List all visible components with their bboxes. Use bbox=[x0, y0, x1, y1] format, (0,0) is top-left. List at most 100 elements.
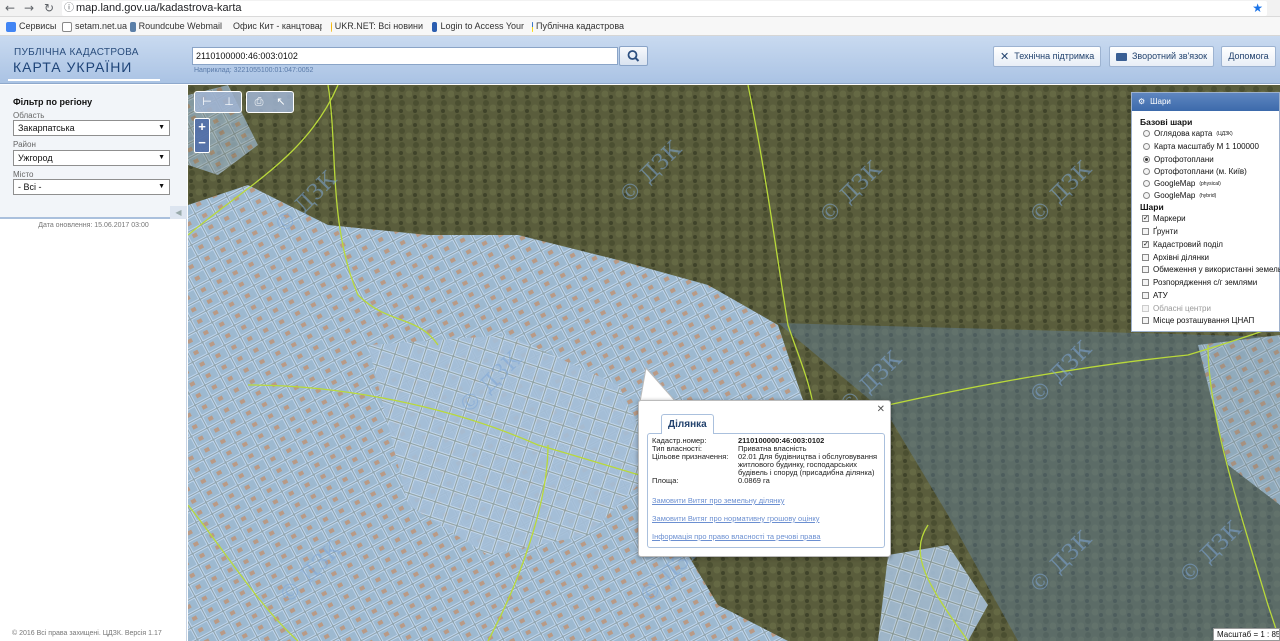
radio-button[interactable] bbox=[1143, 192, 1150, 199]
bookmark-label: UKR.NET: Всі новини bbox=[334, 21, 423, 31]
detail-value: 0.0869 га bbox=[738, 476, 770, 485]
bookmark-item[interactable]: UKR.NET: Всі новини bbox=[331, 17, 423, 35]
bookmark-label: setam.net.ua bbox=[75, 21, 128, 31]
bookmark-label: Login to Access Your bbox=[440, 21, 524, 31]
feedback-button[interactable]: Зворотний зв'язок bbox=[1109, 46, 1215, 67]
identify-cursor-icon[interactable]: ↖ bbox=[270, 93, 292, 111]
layer-label: Місце розташування ЦНАП bbox=[1153, 316, 1255, 325]
bookmark-item[interactable]: Публічна кадастрова bbox=[532, 17, 624, 35]
bookmark-item[interactable]: Login to Access Your bbox=[432, 17, 524, 35]
page-icon bbox=[62, 21, 72, 32]
layer-label: Карта масштабу М 1 100000 bbox=[1154, 142, 1259, 151]
layers-header[interactable]: ⚙ Шари bbox=[1132, 93, 1279, 111]
bookmark-item[interactable]: Сервисы bbox=[6, 17, 57, 35]
base-layer-option[interactable]: GoogleMap (hybrid) bbox=[1143, 191, 1216, 200]
base-layer-option[interactable]: Карта масштабу М 1 100000 bbox=[1143, 142, 1259, 151]
layers-panel: ⚙ Шари Базові шари Оглядова карта (ЦДЗК) К… bbox=[1131, 92, 1280, 332]
bookmark-item[interactable]: Roundcube Webmail bbox=[130, 17, 222, 35]
address-bar[interactable]: ⓘ map.land.gov.ua/kadastrova-karta ★ bbox=[62, 1, 1267, 16]
region-value: Закарпатська bbox=[18, 123, 75, 133]
sidebar: Фільтр по регіону Область Закарпатська ▼ … bbox=[0, 85, 187, 641]
overlay-layer-option[interactable]: Обмеження у використанні земель bbox=[1142, 265, 1280, 274]
filter-title: Фільтр по регіону bbox=[13, 97, 93, 107]
layer-label: Розпорядження с/г землями bbox=[1153, 278, 1258, 287]
checkbox[interactable] bbox=[1142, 266, 1149, 273]
layer-label: Ґрунти bbox=[1153, 227, 1178, 236]
checkbox[interactable] bbox=[1142, 317, 1149, 324]
detail-value: 02.01 Для будівництва і обслуговування ж… bbox=[738, 452, 878, 477]
layer-sup: (hybrid) bbox=[1199, 192, 1217, 199]
page-info-icon[interactable]: ⓘ bbox=[64, 1, 74, 16]
zoom-in-icon[interactable]: + bbox=[195, 119, 209, 135]
overlay-layer-option[interactable]: АТУ bbox=[1142, 291, 1168, 300]
help-button[interactable]: Допомога bbox=[1221, 46, 1276, 67]
base-layer-option[interactable]: Ортофотоплани bbox=[1143, 155, 1214, 164]
checkbox[interactable] bbox=[1142, 279, 1149, 286]
base-layer-option[interactable]: Оглядова карта (ЦДЗК) bbox=[1143, 129, 1233, 138]
city-value: - Всі - bbox=[18, 182, 42, 192]
ownership-info-link[interactable]: Інформація про право власності та речові… bbox=[652, 532, 880, 541]
measure-line-icon[interactable]: ⊢ bbox=[196, 93, 218, 111]
checkbox[interactable] bbox=[1142, 228, 1149, 235]
layer-label: Маркери bbox=[1153, 214, 1186, 223]
parcel-info-popup: ✕ Ділянка Кадастр.номер: 2110100000:46:00… bbox=[638, 400, 891, 557]
bookmark-star-icon[interactable]: ★ bbox=[1252, 1, 1263, 16]
order-valuation-link[interactable]: Замовити Витяг про нормативну грошову оц… bbox=[652, 514, 880, 523]
logo-title[interactable]: КАРТА УКРАЇНИ bbox=[13, 59, 132, 75]
gear-icon: ⚙ bbox=[1138, 97, 1146, 106]
checkbox[interactable] bbox=[1142, 254, 1149, 261]
layer-label: GoogleMap bbox=[1154, 179, 1196, 188]
checkbox-disabled bbox=[1142, 305, 1149, 312]
radio-button[interactable] bbox=[1143, 143, 1150, 150]
checkbox[interactable] bbox=[1142, 292, 1149, 299]
map-canvas[interactable]: © ДЗК © ДЗК © ДЗК © ДЗК © ДЗК © ДЗК © ДЗ… bbox=[188, 85, 1280, 641]
overlay-layer-option[interactable]: ✓ Кадастровий поділ bbox=[1142, 240, 1223, 249]
radio-button[interactable] bbox=[1143, 130, 1150, 137]
back-arrow-icon[interactable]: ← bbox=[3, 1, 17, 15]
forward-arrow-icon[interactable]: → bbox=[22, 1, 36, 15]
region-select[interactable]: Закарпатська ▼ bbox=[13, 120, 170, 136]
radio-button-selected[interactable] bbox=[1143, 156, 1150, 163]
district-select[interactable]: Ужгород ▼ bbox=[13, 150, 170, 166]
base-layer-option[interactable]: Ортофотоплани (м. Київ) bbox=[1143, 167, 1247, 176]
overlay-layer-option[interactable]: Розпорядження с/г землями bbox=[1142, 278, 1257, 287]
order-extract-link[interactable]: Замовити Витяг про земельну ділянку bbox=[652, 496, 880, 505]
base-layer-option[interactable]: GoogleMap (physical) bbox=[1143, 179, 1221, 188]
radio-button[interactable] bbox=[1143, 180, 1150, 187]
overlay-layer-option[interactable]: Місце розташування ЦНАП bbox=[1142, 316, 1254, 325]
support-button[interactable]: ✕ Технічна підтримка bbox=[993, 46, 1102, 67]
collapse-sidebar-button[interactable]: ◀ bbox=[170, 206, 187, 219]
reload-icon[interactable]: ↻ bbox=[42, 1, 56, 15]
checkbox-checked[interactable]: ✓ bbox=[1142, 215, 1149, 222]
checkbox-checked[interactable]: ✓ bbox=[1142, 241, 1149, 248]
cadastral-search-input[interactable] bbox=[192, 47, 618, 65]
detail-row: Цільове призначення: 02.01 Для будівництв… bbox=[652, 453, 880, 477]
overlay-layers-title: Шари bbox=[1140, 202, 1164, 212]
overlay-layer-option[interactable]: Архівні ділянки bbox=[1142, 253, 1209, 262]
bookmark-item[interactable]: Офис Кит - канцтовары bbox=[230, 17, 322, 35]
base-layers-title: Базові шари bbox=[1140, 117, 1193, 127]
search-icon bbox=[627, 50, 640, 62]
layer-label: Оглядова карта bbox=[1154, 129, 1213, 138]
layer-label: Архівні ділянки bbox=[1153, 253, 1209, 262]
logo-subtitle: ПУБЛІЧНА КАДАСТРОВА bbox=[14, 47, 139, 58]
city-select[interactable]: - Всі - ▼ bbox=[13, 179, 170, 195]
close-icon[interactable]: ✕ bbox=[877, 404, 885, 415]
print-info-tools: ⎙ ↖ bbox=[246, 91, 294, 113]
search-button[interactable] bbox=[619, 46, 648, 66]
apps-icon bbox=[6, 21, 16, 32]
site-header: ПУБЛІЧНА КАДАСТРОВА КАРТА УКРАЇНИ Наприк… bbox=[0, 36, 1280, 84]
print-icon[interactable]: ⎙ bbox=[248, 93, 270, 111]
copyright: © 2016 Всі права захищені. ЦДЗК. Версія … bbox=[12, 630, 162, 637]
zoom-out-icon[interactable]: − bbox=[195, 135, 209, 151]
layer-sup: (ЦДЗК) bbox=[1216, 130, 1233, 137]
tab-parcel[interactable]: Ділянка bbox=[661, 414, 714, 434]
bookmark-label: Сервисы bbox=[19, 21, 57, 31]
measure-area-icon[interactable]: ⊥ bbox=[218, 93, 240, 111]
bookmark-item[interactable]: setam.net.ua bbox=[62, 17, 128, 35]
overlay-layer-option[interactable]: Ґрунти bbox=[1142, 227, 1178, 236]
overlay-layer-option[interactable]: ✓ Маркери bbox=[1142, 214, 1186, 223]
radio-button[interactable] bbox=[1143, 168, 1150, 175]
bookmark-label: Публічна кадастрова bbox=[536, 21, 624, 31]
district-label: Район bbox=[13, 140, 36, 149]
